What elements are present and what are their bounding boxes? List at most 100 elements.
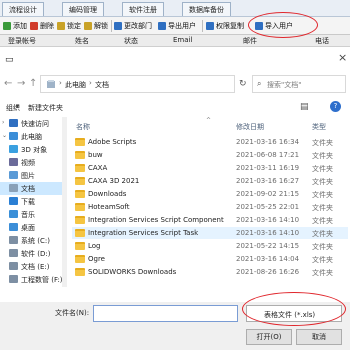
column-header-name[interactable]: 名称 xyxy=(76,122,90,132)
sidebar-item-documents[interactable]: 文档 xyxy=(0,182,66,195)
file-date: 2021-05-25 22:01 xyxy=(236,203,300,211)
file-name: CAXA xyxy=(88,164,108,172)
tab-software-registration[interactable]: 软件注册 xyxy=(122,2,164,16)
column-login-account[interactable]: 登录帐号 xyxy=(8,36,36,46)
address-row: ← → ↑ › 此电脑 › 文档 ⌄ ↻ ⌕ 搜索"文档" xyxy=(0,69,350,99)
sidebar-item-drive-d[interactable]: 软件 (D:) xyxy=(0,247,66,260)
file-name: buw xyxy=(88,151,103,159)
filename-label: 文件名(N): xyxy=(55,309,90,317)
add-label: 添加 xyxy=(13,22,27,30)
sidebar-item-videos[interactable]: 视频 xyxy=(0,156,66,169)
file-name: SOLIDWORKS Downloads xyxy=(88,268,177,276)
folder-icon xyxy=(75,190,85,198)
forward-arrow-icon[interactable]: → xyxy=(17,78,25,89)
breadcrumb-documents[interactable]: 文档 xyxy=(95,80,109,90)
breadcrumb-this-pc[interactable]: 此电脑 xyxy=(65,80,86,90)
picture-icon xyxy=(9,171,18,179)
documents-folder-icon xyxy=(47,80,55,88)
file-row[interactable]: CAXA 2021-03-11 16:19 文件夹 xyxy=(72,162,348,174)
back-arrow-icon[interactable]: ← xyxy=(4,78,12,89)
import-users-button[interactable]: 导入用户 xyxy=(255,20,293,32)
filename-input[interactable] xyxy=(93,305,238,322)
copy-permissions-button[interactable]: 权限复制 xyxy=(206,20,244,32)
sidebar-scrollbar[interactable] xyxy=(62,117,67,287)
file-name: Integration Services Script Task xyxy=(88,229,199,237)
file-type: 文件夹 xyxy=(312,178,333,186)
dialog-footer: 文件名(N): 表格文件 (*.xls) 打开(O) 取消 xyxy=(0,302,350,350)
file-date: 2021-03-16 14:10 xyxy=(236,216,300,224)
folder-icon xyxy=(75,242,85,250)
unlock-button[interactable]: 解锁 xyxy=(84,20,108,32)
close-icon[interactable]: × xyxy=(338,51,347,64)
column-email[interactable]: Email xyxy=(173,36,192,44)
column-phone[interactable]: 电话 xyxy=(315,36,329,46)
toolbar-separator xyxy=(111,20,112,32)
sidebar-item-quick-access[interactable]: › 快速访问 xyxy=(0,117,66,130)
sidebar-item-music[interactable]: 音乐 xyxy=(0,208,66,221)
search-placeholder: 搜索"文档" xyxy=(267,81,302,89)
refresh-icon[interactable]: ↻ xyxy=(239,79,247,89)
sidebar-item-this-pc[interactable]: ⌄ 此电脑 xyxy=(0,130,66,143)
open-button[interactable]: 打开(O) xyxy=(246,329,292,345)
sidebar-item-pictures[interactable]: 图片 xyxy=(0,169,66,182)
file-row[interactable]: Integration Services Script Component 20… xyxy=(72,214,348,226)
tab-code-management[interactable]: 编码管理 xyxy=(62,2,104,16)
file-row[interactable]: Integration Services Script Task 2021-03… xyxy=(72,227,348,239)
address-bar[interactable]: › 此电脑 › 文档 ⌄ xyxy=(40,75,272,93)
export-icon xyxy=(158,22,166,30)
sidebar-item-drive-f[interactable]: 工程数管 (F:) xyxy=(0,273,66,286)
sidebar-item-drive-e[interactable]: 文档 (E:) xyxy=(0,260,66,273)
sidebar-item-label: 桌面 xyxy=(21,224,35,232)
sidebar-item-drive-c[interactable]: 系统 (C:) xyxy=(0,234,66,247)
sidebar-item-downloads[interactable]: 下载 xyxy=(0,195,66,208)
sidebar-item-label: 文档 xyxy=(21,185,35,193)
file-row[interactable]: buw 2021-06-08 17:21 文件夹 xyxy=(72,149,348,161)
file-name: Ogre xyxy=(88,255,105,263)
add-button[interactable]: 添加 xyxy=(3,20,27,32)
chevron-down-icon[interactable]: ⌄ xyxy=(2,132,7,139)
sidebar-item-label: 3D 对象 xyxy=(21,146,48,154)
import-users-label: 导入用户 xyxy=(265,22,293,30)
help-icon[interactable]: ? xyxy=(330,101,341,112)
file-row[interactable]: SOLIDWORKS Downloads 2021-08-26 16:26 文件… xyxy=(72,266,348,278)
file-date: 2021-06-08 17:21 xyxy=(236,151,300,159)
up-arrow-icon[interactable]: ↑ xyxy=(29,78,37,89)
chevron-down-icon[interactable]: ▾ xyxy=(16,103,19,110)
file-date: 2021-03-16 16:34 xyxy=(236,138,300,146)
copy-permissions-icon xyxy=(206,22,214,30)
column-status[interactable]: 状态 xyxy=(124,36,138,46)
sidebar-item-3d-objects[interactable]: 3D 对象 xyxy=(0,143,66,156)
file-row[interactable]: Ogre 2021-03-16 14:04 文件夹 xyxy=(72,253,348,265)
tab-process-design[interactable]: 流程设计 xyxy=(2,2,44,16)
import-icon xyxy=(255,22,263,30)
file-type: 文件夹 xyxy=(312,256,333,264)
sidebar-item-desktop[interactable]: 桌面 xyxy=(0,221,66,234)
export-users-button[interactable]: 导出用户 xyxy=(158,20,196,32)
view-options-icon[interactable]: ▤ xyxy=(300,102,309,112)
file-row[interactable]: Adobe Scripts 2021-03-16 16:34 文件夹 xyxy=(72,136,348,148)
column-header-date[interactable]: 修改日期 xyxy=(236,122,264,132)
chevron-right-icon[interactable]: › xyxy=(2,119,4,126)
file-row[interactable]: Downloads 2021-09-02 21:15 文件夹 xyxy=(72,188,348,200)
delete-button[interactable]: 删除 xyxy=(30,20,54,32)
folder-icon xyxy=(75,164,85,172)
file-row[interactable]: Log 2021-05-22 14:15 文件夹 xyxy=(72,240,348,252)
cancel-button[interactable]: 取消 xyxy=(296,329,342,345)
change-department-button[interactable]: 更改部门 xyxy=(114,20,152,32)
folder-icon xyxy=(75,216,85,224)
drive-icon xyxy=(9,262,18,270)
file-row[interactable]: HoteamSoft 2021-05-25 22:01 文件夹 xyxy=(72,201,348,213)
filetype-select[interactable]: 表格文件 (*.xls) xyxy=(246,305,342,322)
file-date: 2021-09-02 21:15 xyxy=(236,190,300,198)
video-icon xyxy=(9,158,18,166)
new-folder-button[interactable]: 新建文件夹 xyxy=(28,103,63,113)
search-input[interactable]: ⌕ 搜索"文档" xyxy=(252,75,346,93)
tab-database-backup[interactable]: 数据库备份 xyxy=(182,2,231,16)
column-name[interactable]: 姓名 xyxy=(75,36,89,46)
column-header-type[interactable]: 类型 xyxy=(312,122,326,132)
lock-button[interactable]: 锁定 xyxy=(57,20,81,32)
drive-icon xyxy=(9,236,18,244)
column-mail[interactable]: 邮件 xyxy=(243,36,257,46)
file-row[interactable]: CAXA 3D 2021 2021-03-16 16:27 文件夹 xyxy=(72,175,348,187)
open-file-dialog: ▭ × ← → ↑ › 此电脑 › 文档 ⌄ ↻ ⌕ 搜索"文档" 组织 ▾ 新… xyxy=(0,47,350,350)
